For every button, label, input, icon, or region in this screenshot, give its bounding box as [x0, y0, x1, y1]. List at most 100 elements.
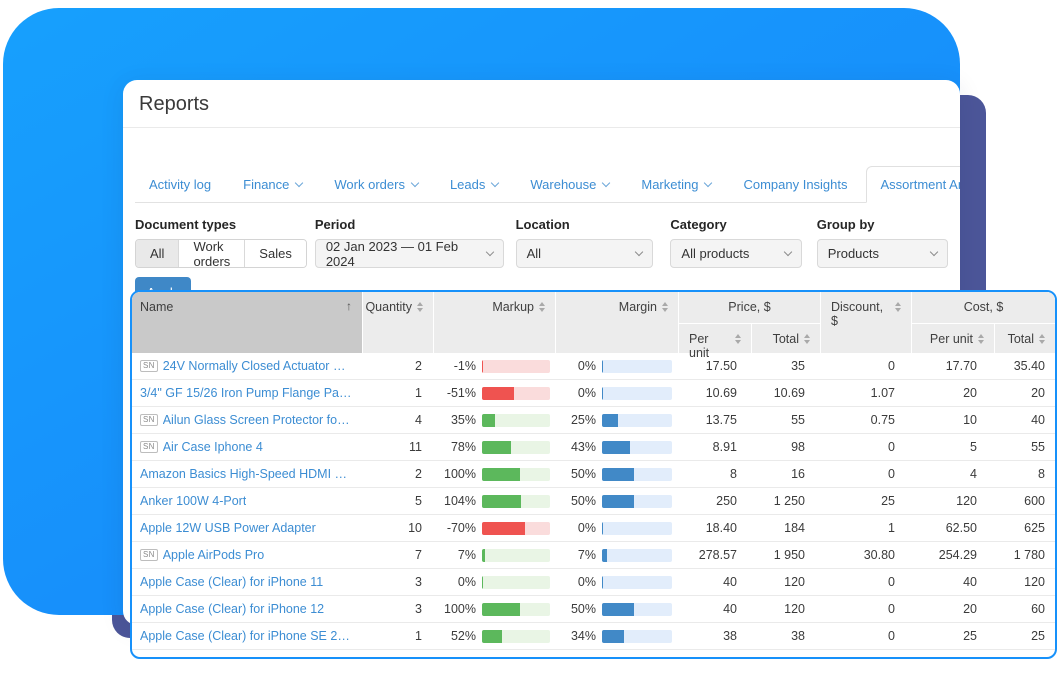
serial-number-badge: SN — [140, 441, 158, 453]
table-row: Apple Case (Clear) for iPhone 123100%50%… — [132, 596, 1055, 623]
markup-bar-fill — [482, 441, 511, 454]
cost-total-cell: 60 — [987, 602, 1055, 616]
quantity-cell: 3 — [362, 656, 432, 659]
margin-bar — [602, 495, 672, 508]
price-per-unit-cell: 38 — [675, 629, 747, 643]
markup-value: 0% — [458, 575, 476, 589]
cost-total-cell: 625 — [987, 521, 1055, 535]
margin-cell: 0% — [553, 386, 675, 400]
sort-icon — [804, 334, 810, 353]
product-name-cell: Amazon Basics High-Speed HDMI Cable For … — [132, 467, 362, 481]
column-header-cost-total[interactable]: Total — [995, 324, 1055, 353]
tab-warehouse[interactable]: Warehouse — [516, 167, 623, 202]
product-name-cell: Apple 12W USB Power Adapter — [132, 521, 362, 535]
tab-assortment-analysis[interactable]: Assortment Analysis — [866, 166, 960, 203]
document-type-option-sales[interactable]: Sales — [244, 240, 306, 267]
chevron-down-icon — [783, 247, 791, 255]
column-header-discount[interactable]: Discount, $ — [821, 292, 911, 353]
tab-activity-log[interactable]: Activity log — [135, 167, 225, 202]
table-row: SNAilun Glass Screen Protector for iPhon… — [132, 407, 1055, 434]
column-header-price-per-unit[interactable]: Per unit — [679, 324, 751, 353]
tab-company-insights[interactable]: Company Insights — [729, 167, 861, 202]
margin-bar-fill — [602, 522, 603, 535]
document-type-option-work-orders[interactable]: Work orders — [178, 240, 244, 267]
product-name-link[interactable]: Anker 100W 4-Port — [140, 494, 246, 508]
column-header-price-total[interactable]: Total — [752, 324, 820, 353]
cost-total-cell: 55 — [987, 440, 1055, 454]
sort-icon — [539, 302, 545, 353]
cost-per-unit-cell: 25 — [905, 629, 987, 643]
period-select[interactable]: 02 Jan 2023 — 01 Feb 2024 — [315, 239, 504, 268]
margin-bar-fill — [602, 387, 603, 400]
filter-document-types: Document types AllWork ordersSales — [135, 217, 307, 268]
tab-marketing[interactable]: Marketing — [627, 167, 725, 202]
markup-bar-fill — [482, 360, 483, 373]
markup-value: -51% — [447, 386, 476, 400]
product-name-link[interactable]: Apple Case (Clear) for iPhone 12 — [140, 602, 324, 616]
table-row: SN24V Normally Closed Actuator w/ aux. s… — [132, 353, 1055, 380]
markup-bar-fill — [482, 549, 485, 562]
document-type-option-all[interactable]: All — [136, 240, 178, 267]
markup-value: 96% — [451, 656, 476, 659]
column-header-markup[interactable]: Markup — [434, 292, 555, 353]
chevron-down-icon — [635, 247, 643, 255]
markup-value: 78% — [451, 440, 476, 454]
group-by-select[interactable]: Products — [817, 239, 948, 268]
column-header-name[interactable]: Name ↑ — [132, 292, 362, 353]
product-name-link[interactable]: Apple Case (Clear) for iPhone SE 2020 — [140, 629, 352, 643]
margin-cell: 25% — [553, 413, 675, 427]
markup-bar — [482, 576, 550, 589]
product-name-link[interactable]: Apple 12W USB Power Adapter — [140, 521, 316, 535]
margin-bar-fill — [602, 468, 634, 481]
cost-per-unit-cell: 35.67 — [905, 656, 987, 659]
group-by-value: Products — [828, 246, 879, 261]
product-name-link[interactable]: Apple iPhone 11 Silicone Case (Pink Sand… — [140, 656, 352, 659]
column-header-margin[interactable]: Margin — [556, 292, 678, 353]
price-total-cell: 98 — [747, 440, 815, 454]
product-name-link[interactable]: Apple AirPods Pro — [163, 548, 264, 562]
margin-bar — [602, 387, 672, 400]
quantity-cell: 1 — [362, 629, 432, 643]
column-header-quantity[interactable]: Quantity — [363, 292, 433, 353]
price-per-unit-cell: 278.57 — [675, 548, 747, 562]
product-name-link[interactable]: Air Case Iphone 4 — [163, 440, 263, 454]
cost-total-cell: 35.40 — [987, 359, 1055, 373]
quantity-cell: 3 — [362, 602, 432, 616]
table-body: SN 24V Normally Closed Actuator w/ aux. s… — [132, 353, 1055, 659]
markup-cell: -51% — [432, 386, 553, 400]
markup-bar — [482, 387, 550, 400]
price-total-cell: 120 — [747, 575, 815, 589]
cost-total-cell: 25 — [987, 629, 1055, 643]
product-name-link[interactable]: Amazon Basics High-Speed HDMI Cable For … — [140, 467, 352, 481]
tab-finance[interactable]: Finance — [229, 167, 316, 202]
discount-cell: 0 — [815, 440, 905, 454]
cost-per-unit-cell: 20 — [905, 602, 987, 616]
margin-cell: 50% — [553, 602, 675, 616]
product-name-link[interactable]: 24V Normally Closed Actuator w/ aux. swi… — [163, 359, 352, 373]
tab-leads[interactable]: Leads — [436, 167, 512, 202]
column-header-cost-per-unit[interactable]: Per unit — [912, 324, 994, 353]
product-name-link[interactable]: Ailun Glass Screen Protector for iPhone … — [163, 413, 352, 427]
price-per-unit-cell: 8.91 — [675, 440, 747, 454]
period-value: 02 Jan 2023 — 01 Feb 2024 — [326, 239, 487, 269]
margin-bar-fill — [602, 495, 634, 508]
discount-cell: 1 — [815, 521, 905, 535]
product-name-link[interactable]: 3/4" GF 15/26 Iron Pump Flange Pair (NPT… — [140, 386, 352, 400]
location-select[interactable]: All — [516, 239, 654, 268]
category-label: Category — [670, 217, 801, 233]
chevron-down-icon — [411, 178, 419, 186]
discount-cell: 0 — [815, 359, 905, 373]
markup-bar — [482, 603, 550, 616]
tab-work-orders[interactable]: Work orders — [320, 167, 432, 202]
chevron-down-icon — [295, 178, 303, 186]
product-name-link[interactable]: Apple Case (Clear) for iPhone 11 — [140, 575, 323, 589]
markup-bar — [482, 414, 550, 427]
markup-bar — [482, 495, 550, 508]
price-per-unit-cell: 40 — [675, 602, 747, 616]
price-per-unit-cell: 70 — [675, 656, 747, 659]
discount-cell: 0 — [815, 575, 905, 589]
margin-value: 50% — [571, 494, 596, 508]
category-select[interactable]: All products — [670, 239, 801, 268]
price-per-unit-cell: 250 — [675, 494, 747, 508]
location-value: All — [527, 246, 541, 261]
